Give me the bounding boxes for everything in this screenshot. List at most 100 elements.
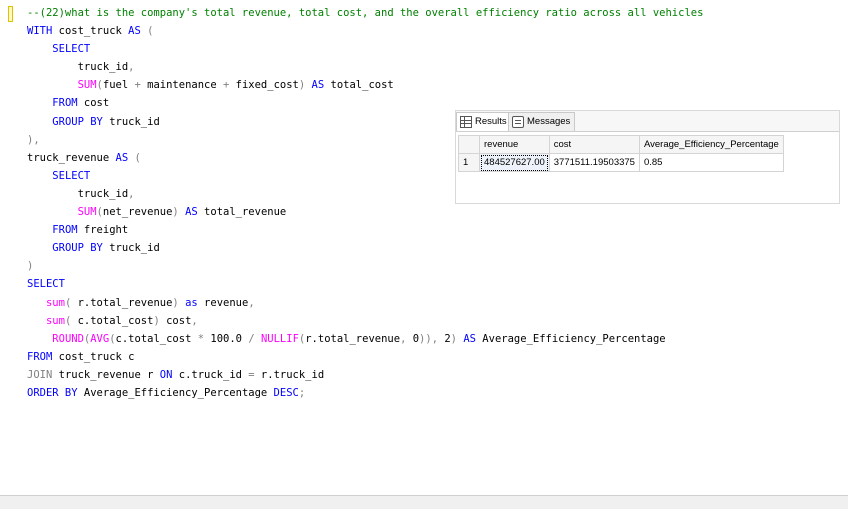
results-tab-strip: Results Messages	[456, 111, 839, 132]
table-row[interactable]: 1 484527627.00 3771511.19503375 0.85	[458, 153, 784, 172]
tab-messages-label: Messages	[527, 116, 571, 127]
code-token: ON	[159, 368, 173, 381]
code-line[interactable]: sum( r.total_revenue) as revenue,	[27, 294, 703, 312]
code-token: c.truck_id	[172, 368, 249, 381]
code-token: ORDER BY	[27, 386, 78, 399]
code-line[interactable]: ROUND(AVG(c.total_cost * 100.0 / NULLIF(…	[27, 330, 703, 348]
code-token: (	[140, 25, 154, 38]
code-line[interactable]: GROUP BY truck_id	[27, 239, 703, 257]
results-pane: Results Messages revenue cost Average_Ef…	[455, 110, 840, 204]
code-line[interactable]: )	[27, 257, 703, 275]
code-line[interactable]: SELECT	[27, 275, 703, 293]
messages-icon	[512, 116, 524, 128]
code-token: )),	[419, 332, 439, 345]
column-header-revenue[interactable]: revenue	[479, 135, 550, 154]
code-token: 0	[406, 332, 420, 345]
code-token: AS	[128, 25, 141, 38]
code-token: WITH	[27, 25, 53, 38]
code-token: FROM	[27, 350, 53, 363]
code-token: truck_revenue	[27, 151, 116, 164]
code-token: AS	[463, 332, 476, 345]
code-line[interactable]: truck_id,	[27, 58, 703, 76]
code-token: revenue	[197, 296, 249, 309]
column-header-cost[interactable]: cost	[548, 135, 640, 154]
code-token: c.total_cost	[71, 314, 154, 327]
cell-revenue[interactable]: 484527627.00	[479, 153, 550, 172]
tab-results[interactable]: Results	[456, 112, 512, 131]
tab-messages[interactable]: Messages	[508, 112, 576, 131]
row-number[interactable]: 1	[458, 153, 480, 172]
cell-average-efficiency[interactable]: 0.85	[638, 153, 784, 172]
code-token: net_revenue	[102, 206, 173, 219]
cell-cost[interactable]: 3771511.19503375	[548, 153, 640, 172]
code-token: cost	[159, 314, 192, 327]
code-token: AS	[311, 79, 325, 92]
code-token: ,	[128, 61, 135, 74]
code-line[interactable]: SUM(fuel + maintenance + fixed_cost) AS …	[27, 76, 703, 94]
code-token: GROUP BY	[52, 242, 103, 255]
code-token: FROM	[52, 224, 78, 237]
code-token: fixed_cost	[229, 79, 299, 92]
sql-query-editor[interactable]: --(22)what is the company's total revenu…	[0, 0, 848, 495]
code-line[interactable]: SELECT	[27, 40, 703, 58]
code-token: sum	[45, 314, 65, 327]
code-token: r.total_revenue	[71, 296, 173, 309]
code-token: SELECT	[27, 278, 65, 291]
code-token: ROUND	[52, 332, 84, 345]
results-grid[interactable]: revenue cost Average_Efficiency_Percenta…	[458, 135, 784, 172]
code-line[interactable]: FROM freight	[27, 221, 703, 239]
code-token: as	[185, 296, 198, 309]
code-token: total_revenue	[197, 206, 287, 219]
code-token: SUM	[77, 206, 97, 219]
grid-icon	[460, 116, 472, 128]
code-line[interactable]: ORDER BY Average_Efficiency_Percentage D…	[27, 384, 703, 402]
code-token: r.truck_id	[254, 368, 325, 381]
code-token: )	[27, 260, 34, 273]
code-token: ,	[128, 187, 135, 200]
code-token: 2	[438, 332, 451, 345]
code-line[interactable]: JOIN truck_revenue r ON c.truck_id = r.t…	[27, 366, 703, 384]
current-line-marker	[8, 6, 13, 22]
status-bar	[0, 495, 848, 509]
code-token: truck_id	[27, 187, 129, 200]
code-token: r.total_revenue	[305, 332, 401, 345]
code-token: JOIN	[27, 368, 53, 381]
code-token: SUM	[77, 79, 97, 92]
code-token: cost_truck	[52, 25, 129, 38]
code-token: fuel	[102, 79, 135, 92]
code-token: SELECT	[52, 169, 91, 182]
code-token: ,	[191, 314, 198, 327]
code-token: ,	[248, 296, 255, 309]
code-token: truck_revenue r	[52, 368, 160, 381]
code-token: ),	[27, 133, 40, 146]
code-token: AS	[115, 151, 129, 164]
code-token: total_cost	[324, 79, 394, 92]
code-token: AS	[185, 206, 198, 219]
code-token: cost	[77, 97, 110, 110]
code-token: DESC	[273, 386, 299, 399]
code-token: AVG	[90, 332, 110, 345]
column-header-average-efficiency[interactable]: Average_Efficiency_Percentage	[638, 135, 784, 154]
code-token: truck_id	[102, 115, 160, 128]
code-line[interactable]: sum( c.total_cost) cost,	[27, 312, 703, 330]
code-line[interactable]: SUM(net_revenue) AS total_revenue	[27, 203, 703, 221]
code-line[interactable]: WITH cost_truck AS (	[27, 22, 703, 40]
code-token: freight	[77, 224, 129, 237]
row-number-header[interactable]	[458, 135, 480, 154]
code-token: truck_id	[102, 242, 160, 255]
code-line[interactable]: --(22)what is the company's total revenu…	[27, 4, 703, 22]
code-line[interactable]: FROM cost_truck c	[27, 348, 703, 366]
code-token: maintenance	[140, 79, 223, 92]
code-token: GROUP BY	[52, 115, 103, 128]
code-token: truck_id	[27, 61, 129, 74]
